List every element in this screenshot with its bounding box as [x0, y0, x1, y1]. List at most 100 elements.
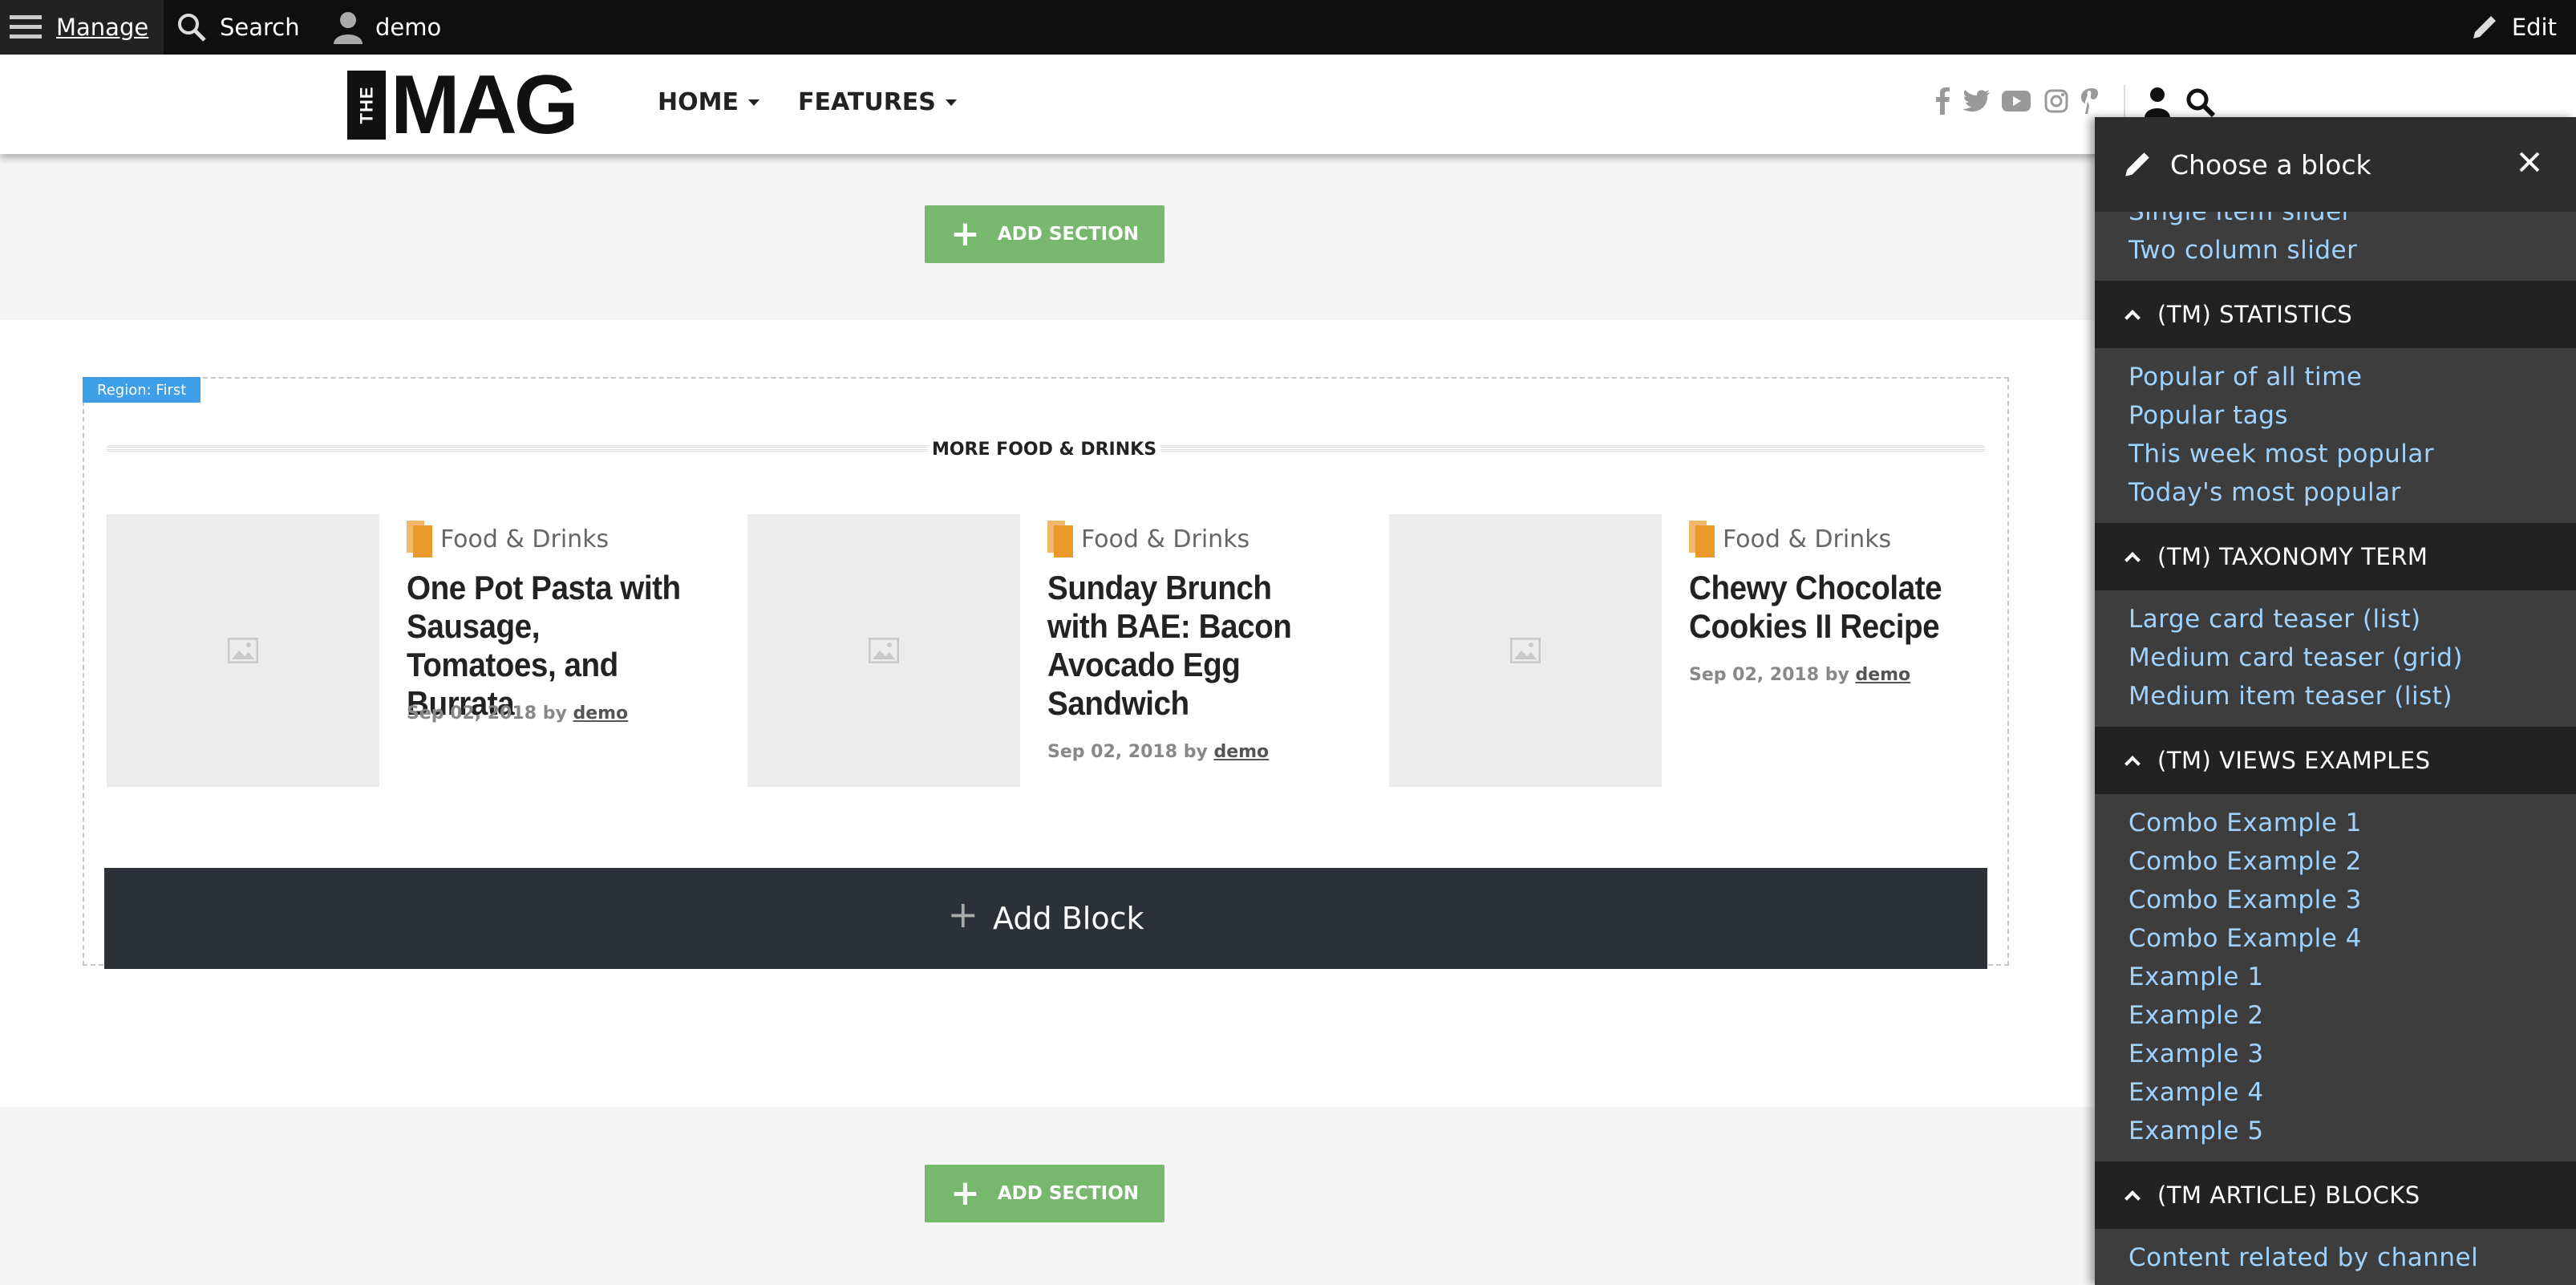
search-icon: [178, 14, 206, 42]
image-placeholder-icon: [228, 638, 258, 663]
article-byline: Sep 02, 2018 by demo: [1047, 742, 1269, 762]
youtube-icon[interactable]: [2002, 87, 2031, 116]
block-list: Popular of all time Popular tags This we…: [2095, 348, 2576, 523]
region-label: Region: First: [83, 377, 201, 403]
article-date: Sep 02, 2018 by: [1047, 742, 1208, 762]
nav-features[interactable]: FEATURES: [798, 88, 957, 116]
manage-button[interactable]: Manage: [0, 0, 164, 55]
block-link[interactable]: Two column slider: [2095, 231, 2576, 270]
article-author-link[interactable]: demo: [1213, 742, 1269, 762]
twitter-icon[interactable]: [1962, 87, 1991, 116]
category-icon: [1689, 521, 1715, 557]
block-group-toggle-article-blocks[interactable]: (TM ARTICLE) BLOCKS: [2095, 1161, 2576, 1229]
site-logo[interactable]: THE MAG: [347, 59, 579, 152]
block-link[interactable]: Combo Example 4: [2095, 919, 2576, 958]
plus-icon: +: [950, 1173, 980, 1214]
block-link[interactable]: Popular tags: [2095, 396, 2576, 435]
chevron-up-icon: [2124, 756, 2141, 772]
chevron-up-icon: [2124, 310, 2141, 326]
block-link[interactable]: Combo Example 3: [2095, 881, 2576, 919]
article-author-link[interactable]: demo: [1855, 665, 1910, 685]
search-button[interactable]: Search: [176, 0, 300, 55]
caret-down-icon: [747, 99, 759, 106]
article-thumbnail[interactable]: [1389, 514, 1662, 787]
nav-home-label: HOME: [658, 88, 739, 116]
block-link[interactable]: Example 3: [2095, 1035, 2576, 1073]
block-link[interactable]: This week most popular: [2095, 435, 2576, 473]
hamburger-icon: [10, 15, 42, 39]
block-link[interactable]: Popular of all time: [2095, 358, 2576, 396]
block-link[interactable]: Today's most popular: [2095, 473, 2576, 512]
block-link[interactable]: Content related by channel: [2095, 1238, 2576, 1277]
pencil-icon: [2125, 152, 2149, 176]
user-menu-button[interactable]: demo: [332, 0, 441, 55]
article-card[interactable]: Food & Drinks Chewy Chocolate Cookies II…: [1389, 514, 1999, 787]
group-heading: (TM ARTICLE) BLOCKS: [2157, 1182, 2420, 1209]
block-link[interactable]: Large card teaser (list): [2095, 600, 2576, 638]
group-heading: (TM) VIEWS EXAMPLES: [2157, 747, 2431, 774]
add-section-button-bottom[interactable]: + ADD SECTION: [925, 1165, 1164, 1222]
block-link[interactable]: Example 4: [2095, 1073, 2576, 1112]
block-link[interactable]: Medium card teaser (grid): [2095, 638, 2576, 677]
image-placeholder-icon: [869, 638, 899, 663]
instagram-icon[interactable]: [2042, 87, 2071, 116]
admin-toolbar: Manage Search demo Edit: [0, 0, 2576, 55]
block-link[interactable]: Example 1: [2095, 958, 2576, 996]
block-link[interactable]: Medium item teaser (list): [2095, 677, 2576, 715]
add-block-label: Add Block: [993, 901, 1144, 936]
account-icon[interactable]: [2141, 87, 2173, 119]
block-link[interactable]: Combo Example 2: [2095, 842, 2576, 881]
panel-body: Single item slider Two column slider (TM…: [2095, 193, 2576, 1285]
article-thumbnail[interactable]: [107, 514, 379, 787]
article-date: Sep 02, 2018 by: [407, 703, 567, 724]
user-label: demo: [375, 14, 442, 41]
block-link[interactable]: Example 2: [2095, 996, 2576, 1035]
article-title[interactable]: One Pot Pasta with Sausage, Tomatoes, an…: [407, 569, 687, 723]
block-group-toggle-taxonomy-term[interactable]: (TM) TAXONOMY TERM: [2095, 523, 2576, 590]
category-label: Food & Drinks: [440, 525, 610, 553]
category-label: Food & Drinks: [1723, 525, 1892, 553]
article-card[interactable]: Food & Drinks Sunday Brunch with BAE: Ba…: [747, 514, 1357, 787]
header-search-icon[interactable]: [2185, 87, 2217, 119]
nav-home[interactable]: HOME: [658, 88, 759, 116]
user-icon: [334, 12, 363, 44]
close-icon[interactable]: [2515, 148, 2544, 176]
nav-features-label: FEATURES: [798, 88, 936, 116]
category-icon: [1047, 521, 1073, 557]
block-group-toggle-views-examples[interactable]: (TM) VIEWS EXAMPLES: [2095, 727, 2576, 794]
block-group-toggle-statistics[interactable]: (TM) STATISTICS: [2095, 281, 2576, 348]
facebook-icon[interactable]: [1928, 87, 1957, 116]
edit-button[interactable]: Edit: [2470, 0, 2557, 55]
edit-label: Edit: [2511, 14, 2557, 41]
article-card[interactable]: Food & Drinks One Pot Pasta with Sausage…: [107, 514, 716, 787]
pinterest-icon[interactable]: [2077, 87, 2106, 116]
article-category[interactable]: Food & Drinks: [407, 521, 609, 557]
plus-icon: +: [947, 893, 979, 936]
add-block-button[interactable]: + Add Block: [104, 868, 1987, 969]
panel-header: Choose a block: [2095, 117, 2576, 212]
add-section-label: ADD SECTION: [997, 224, 1140, 245]
add-section-label: ADD SECTION: [997, 1183, 1140, 1204]
article-category[interactable]: Food & Drinks: [1689, 521, 1891, 557]
logo-small-text: THE: [356, 86, 376, 124]
caret-down-icon: [945, 99, 957, 106]
header-divider: [2124, 85, 2125, 120]
article-thumbnail[interactable]: [747, 514, 1020, 787]
add-section-button-top[interactable]: + ADD SECTION: [925, 205, 1164, 263]
article-title[interactable]: Chewy Chocolate Cookies II Recipe: [1689, 569, 1970, 646]
block-link[interactable]: Content related by channel and: [2095, 1277, 2576, 1285]
article-category[interactable]: Food & Drinks: [1047, 521, 1250, 557]
article-author-link[interactable]: demo: [573, 703, 628, 724]
group-heading: (TM) STATISTICS: [2157, 301, 2353, 328]
article-title[interactable]: Sunday Brunch with BAE: Bacon Avocado Eg…: [1047, 569, 1328, 723]
article-byline: Sep 02, 2018 by demo: [1689, 665, 1910, 685]
block-link[interactable]: Combo Example 1: [2095, 804, 2576, 842]
plus-icon: +: [950, 213, 980, 254]
block-link[interactable]: Example 5: [2095, 1112, 2576, 1150]
chevron-up-icon: [2124, 1190, 2141, 1206]
choose-block-panel: Choose a block Single item slider Two co…: [2095, 117, 2576, 1285]
block-list: Large card teaser (list) Medium card tea…: [2095, 590, 2576, 727]
logo-main-text: MAG: [391, 59, 579, 152]
article-byline: Sep 02, 2018 by demo: [407, 703, 628, 724]
pencil-icon: [2473, 16, 2496, 39]
